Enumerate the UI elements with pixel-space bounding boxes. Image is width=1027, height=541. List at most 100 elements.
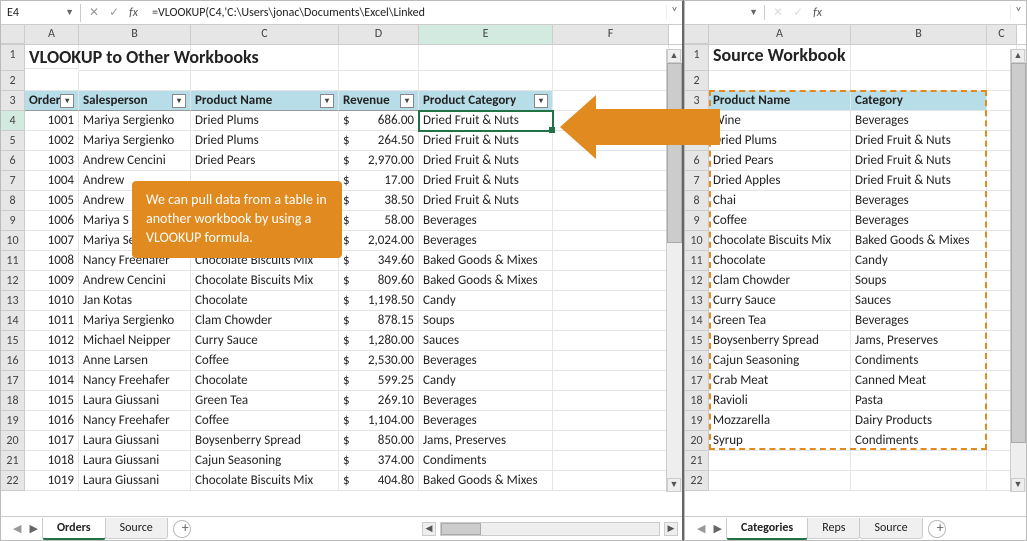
cell-category[interactable]: Beverages bbox=[419, 351, 553, 371]
cell[interactable] bbox=[709, 71, 851, 91]
cell-category[interactable]: Candy bbox=[851, 251, 987, 271]
row-header[interactable]: 2 bbox=[685, 71, 709, 91]
cell[interactable] bbox=[553, 271, 669, 291]
filter-icon[interactable]: ▾ bbox=[320, 94, 334, 108]
tab-source[interactable]: Source bbox=[859, 518, 922, 539]
tab-nav-right-icon[interactable]: ▶ bbox=[709, 522, 725, 535]
fx-icon[interactable]: fx bbox=[813, 6, 822, 20]
cell-salesperson[interactable]: Laura Giussani bbox=[79, 431, 191, 451]
cell-order[interactable]: 1013 bbox=[25, 351, 79, 371]
cell-revenue[interactable]: $878.15 bbox=[339, 311, 419, 331]
row-header[interactable]: 21 bbox=[1, 451, 25, 471]
cell-category[interactable]: Dried Fruit & Nuts bbox=[851, 131, 987, 151]
filter-icon[interactable]: ▾ bbox=[534, 94, 548, 108]
cell-category[interactable]: Dried Fruit & Nuts bbox=[851, 171, 987, 191]
cell[interactable] bbox=[25, 71, 79, 91]
cell-product[interactable]: Cajun Seasoning bbox=[191, 451, 339, 471]
row-header[interactable]: 10 bbox=[1, 231, 25, 251]
row-header[interactable]: 14 bbox=[1, 311, 25, 331]
column-header-B[interactable]: B bbox=[851, 25, 987, 44]
row-header[interactable]: 13 bbox=[1, 291, 25, 311]
tab-orders[interactable]: Orders bbox=[42, 518, 106, 540]
row-header[interactable]: 10 bbox=[685, 231, 709, 251]
cell-salesperson[interactable]: Laura Giussani bbox=[79, 451, 191, 471]
cell-product[interactable]: Chocolate Biscuits Mix bbox=[709, 231, 851, 251]
cell-category[interactable]: Dried Fruit & Nuts bbox=[419, 151, 553, 171]
row-header[interactable]: 14 bbox=[685, 311, 709, 331]
cell[interactable] bbox=[553, 231, 669, 251]
cell-revenue[interactable]: $2,024.00 bbox=[339, 231, 419, 251]
cell-order[interactable]: 1016 bbox=[25, 411, 79, 431]
cell-category[interactable]: Candy bbox=[419, 371, 553, 391]
tab-source[interactable]: Source bbox=[105, 518, 168, 539]
row-header[interactable]: 1 bbox=[685, 45, 709, 71]
cell-category[interactable]: Beverages bbox=[851, 111, 987, 131]
cell-category[interactable]: Dried Fruit & Nuts bbox=[419, 131, 553, 151]
cell[interactable] bbox=[709, 471, 851, 491]
cell[interactable] bbox=[553, 391, 669, 411]
cell-product[interactable]: Clam Chowder bbox=[709, 271, 851, 291]
cell[interactable] bbox=[553, 411, 669, 431]
chevron-down-icon[interactable]: ▼ bbox=[749, 7, 758, 18]
cell-product[interactable]: Cajun Seasoning bbox=[709, 351, 851, 371]
cell-product[interactable]: Dried Plums bbox=[191, 131, 339, 151]
cell-product[interactable]: Chocolate Biscuits Mix bbox=[191, 471, 339, 491]
row-header[interactable]: 8 bbox=[685, 191, 709, 211]
th-category[interactable]: Category bbox=[851, 91, 987, 111]
cell[interactable] bbox=[339, 45, 419, 71]
cell-category[interactable]: Sauces bbox=[851, 291, 987, 311]
formula-input[interactable] bbox=[830, 11, 1010, 15]
tab-nav-right-icon[interactable]: ▶ bbox=[25, 522, 41, 535]
cell-order[interactable]: 1008 bbox=[25, 251, 79, 271]
filter-icon[interactable]: ▾ bbox=[172, 94, 186, 108]
cell-product[interactable]: Curry Sauce bbox=[709, 291, 851, 311]
row-header[interactable]: 18 bbox=[685, 391, 709, 411]
th-order[interactable]: Order▾ bbox=[25, 91, 79, 111]
cell-product[interactable]: Crab Meat bbox=[709, 371, 851, 391]
cell[interactable] bbox=[191, 71, 339, 91]
column-header-A[interactable]: A bbox=[25, 25, 79, 44]
cell-product[interactable]: Clam Chowder bbox=[191, 311, 339, 331]
cell[interactable] bbox=[553, 451, 669, 471]
row-header[interactable]: 17 bbox=[1, 371, 25, 391]
cell-category[interactable]: Jams, Preserves bbox=[419, 431, 553, 451]
expand-formula-icon[interactable]: ˅ bbox=[666, 5, 682, 20]
cell-revenue[interactable]: $686.00 bbox=[339, 111, 419, 131]
cell-product[interactable]: Green Tea bbox=[709, 311, 851, 331]
cell-product[interactable]: Chocolate bbox=[191, 291, 339, 311]
scroll-right-icon[interactable]: ▶ bbox=[664, 522, 678, 536]
cell-salesperson[interactable]: Andrew Cencini bbox=[79, 271, 191, 291]
column-header-C[interactable]: C bbox=[987, 25, 1017, 44]
cell-revenue[interactable]: $2,970.00 bbox=[339, 151, 419, 171]
row-header[interactable]: 19 bbox=[685, 411, 709, 431]
cell-category[interactable]: Dried Fruit & Nuts bbox=[419, 111, 553, 131]
cell-revenue[interactable]: $1,104.00 bbox=[339, 411, 419, 431]
cell-product[interactable]: Chocolate bbox=[191, 371, 339, 391]
cell[interactable] bbox=[553, 471, 669, 491]
scroll-up-icon[interactable]: ▲ bbox=[1011, 49, 1025, 63]
cell-revenue[interactable]: $264.50 bbox=[339, 131, 419, 151]
cell-product[interactable]: Dried Plums bbox=[191, 111, 339, 131]
cell-category[interactable]: Condiments bbox=[851, 351, 987, 371]
row-header[interactable]: 18 bbox=[1, 391, 25, 411]
cell-category[interactable]: Baked Goods & Mixes bbox=[419, 251, 553, 271]
name-box[interactable]: E4 ▼ bbox=[1, 4, 81, 22]
cell-order[interactable]: 1009 bbox=[25, 271, 79, 291]
chevron-down-icon[interactable]: ▼ bbox=[65, 7, 74, 18]
column-header-B[interactable]: B bbox=[79, 25, 191, 44]
row-header[interactable]: 16 bbox=[1, 351, 25, 371]
enter-icon[interactable]: ✓ bbox=[793, 5, 803, 20]
cell-order[interactable]: 1001 bbox=[25, 111, 79, 131]
cell-product[interactable]: Wine bbox=[709, 111, 851, 131]
column-header-A[interactable]: A bbox=[709, 25, 851, 44]
row-header[interactable]: 20 bbox=[685, 431, 709, 451]
cell-product[interactable]: Ravioli bbox=[709, 391, 851, 411]
cell-revenue[interactable]: $374.00 bbox=[339, 451, 419, 471]
row-header[interactable]: 15 bbox=[1, 331, 25, 351]
filter-icon[interactable]: ▾ bbox=[60, 94, 74, 108]
th-salesperson[interactable]: Salesperson▾ bbox=[79, 91, 191, 111]
cell-category[interactable]: Soups bbox=[419, 311, 553, 331]
cell[interactable] bbox=[709, 451, 851, 471]
cell-product[interactable]: Dried Pears bbox=[709, 151, 851, 171]
cell-revenue[interactable]: $38.50 bbox=[339, 191, 419, 211]
